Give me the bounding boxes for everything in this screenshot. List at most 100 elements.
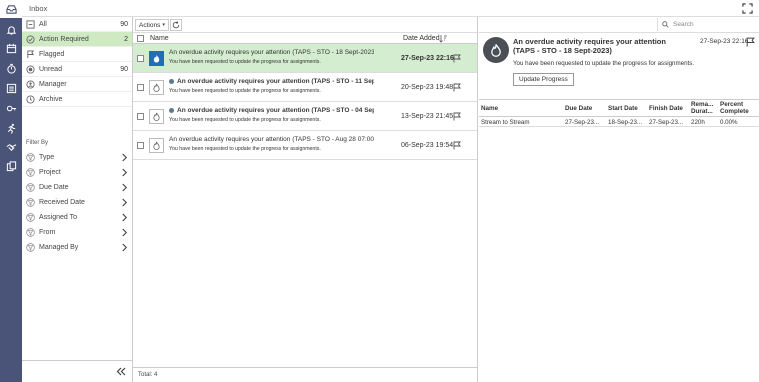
filter-label: Managed By xyxy=(39,244,79,251)
sidebar-item-action-required[interactable]: Action Required 2 xyxy=(22,32,132,47)
list-column-header: Name Date Added xyxy=(133,33,477,44)
timer-icon[interactable] xyxy=(3,60,19,76)
sidebar: All 90 Action Required 2 Flagged Unread … xyxy=(22,17,133,382)
chevron-right-icon xyxy=(122,168,128,177)
caret-down-icon: ▾ xyxy=(162,22,165,28)
chevron-right-icon xyxy=(122,213,128,222)
detail-pane: An overdue activity requires your attent… xyxy=(479,17,759,382)
sidebar-item-unread[interactable]: Unread 90 xyxy=(22,62,132,77)
refresh-icon xyxy=(172,21,180,29)
sidebar-item-count: 90 xyxy=(120,20,128,28)
column-header[interactable]: Start Date xyxy=(608,105,638,112)
message-subject: An overdue activity requires your attent… xyxy=(177,78,374,85)
sidebar-item-label: Archive xyxy=(39,95,63,103)
message-date: 13-Sep-23 21:45 xyxy=(401,113,454,120)
sidebar-item-manager[interactable]: Manager xyxy=(22,77,132,92)
column-header[interactable]: Finish Date xyxy=(649,105,683,112)
page-title: Inbox xyxy=(29,4,48,13)
list-footer: Total: 4 xyxy=(133,367,477,382)
expand-icon[interactable] xyxy=(742,3,753,14)
table-row[interactable]: Stream to Stream 27-Sep-23... 18-Sep-23.… xyxy=(479,117,759,127)
list-icon[interactable] xyxy=(3,80,19,96)
cell-remaining-duration: 220h xyxy=(691,119,705,126)
handshake-icon[interactable] xyxy=(3,139,19,155)
detail-date: 27-Sep-23 22:16 xyxy=(700,38,749,45)
actions-menu-button[interactable]: Actions ▾ xyxy=(135,19,169,31)
chevron-right-icon xyxy=(122,183,128,192)
archive-icon xyxy=(26,94,35,104)
filter-icon xyxy=(26,213,35,222)
unread-dot-icon xyxy=(169,79,174,84)
manager-icon xyxy=(26,79,35,89)
column-header[interactable]: Name xyxy=(481,105,498,112)
flag-icon xyxy=(26,49,35,59)
activity-icon xyxy=(149,109,164,124)
inbox-icon[interactable] xyxy=(0,0,22,18)
detail-title: An overdue activity requires your attent… xyxy=(513,37,666,55)
message-preview: You have been requested to update the pr… xyxy=(169,146,321,152)
message-row[interactable]: An overdue activity requires your attent… xyxy=(133,131,477,160)
row-checkbox[interactable] xyxy=(137,84,144,91)
filter-icon xyxy=(26,153,35,162)
sidebar-item-all[interactable]: All 90 xyxy=(22,17,132,32)
filter-label: From xyxy=(39,229,56,236)
list-toolbar: Actions ▾ xyxy=(133,17,477,33)
sidebar-item-label: All xyxy=(39,20,47,28)
cell-percent-complete: 0.00% xyxy=(720,119,738,126)
message-preview: You have been requested to update the pr… xyxy=(169,59,321,65)
filter-heading: Filter By xyxy=(26,140,49,146)
flag-icon[interactable] xyxy=(746,37,755,47)
sidebar-item-flagged[interactable]: Flagged xyxy=(22,47,132,62)
detail-header: An overdue activity requires your attent… xyxy=(479,33,759,95)
row-checkbox[interactable] xyxy=(137,142,144,149)
column-date-added[interactable]: Date Added xyxy=(403,35,440,42)
flag-icon[interactable] xyxy=(453,141,461,150)
filter-received-date[interactable]: Received Date xyxy=(22,195,132,210)
column-header[interactable]: Rema... Durat... xyxy=(691,101,717,115)
filter-project[interactable]: Project xyxy=(22,165,132,180)
key-icon[interactable] xyxy=(3,100,19,116)
filter-label: Project xyxy=(39,169,61,176)
filter-due-date[interactable]: Due Date xyxy=(22,180,132,195)
message-subject: An overdue activity requires your attent… xyxy=(177,107,374,114)
collapse-sidebar-icon[interactable] xyxy=(116,367,126,376)
flag-icon[interactable] xyxy=(453,112,461,121)
calendar-icon[interactable] xyxy=(3,40,19,56)
row-checkbox[interactable] xyxy=(137,113,144,120)
message-preview: You have been requested to update the pr… xyxy=(169,88,321,94)
sort-icon[interactable] xyxy=(439,34,447,43)
reports-icon[interactable] xyxy=(3,158,19,174)
flag-icon[interactable] xyxy=(453,83,461,92)
select-all-checkbox[interactable] xyxy=(137,35,144,42)
column-name[interactable]: Name xyxy=(150,35,169,42)
runner-icon[interactable] xyxy=(3,120,19,136)
message-preview: You have been requested to update the pr… xyxy=(169,117,321,123)
message-row[interactable]: An overdue activity requires your attent… xyxy=(133,44,477,73)
cell-finish-date: 27-Sep-23... xyxy=(649,119,684,126)
total-count: Total: 4 xyxy=(138,372,158,378)
bell-icon[interactable] xyxy=(3,22,19,38)
filter-from[interactable]: From xyxy=(22,225,132,240)
row-checkbox[interactable] xyxy=(137,55,144,62)
update-progress-button[interactable]: Update Progress xyxy=(513,73,574,86)
filter-managed-by[interactable]: Managed By xyxy=(22,240,132,255)
message-subject: An overdue activity requires your attent… xyxy=(169,49,374,56)
message-row[interactable]: An overdue activity requires your attent… xyxy=(133,73,477,102)
column-header[interactable]: Due Date xyxy=(565,105,592,112)
actions-label: Actions xyxy=(139,21,161,29)
chevron-right-icon xyxy=(122,198,128,207)
filter-assigned-to[interactable]: Assigned To xyxy=(22,210,132,225)
search-input[interactable] xyxy=(673,21,753,28)
activity-icon xyxy=(149,80,164,95)
action-required-icon xyxy=(26,34,35,44)
filter-icon xyxy=(26,168,35,177)
message-row[interactable]: An overdue activity requires your attent… xyxy=(133,102,477,131)
activity-icon xyxy=(149,51,164,66)
filter-icon xyxy=(26,183,35,192)
column-header[interactable]: Percent Complete xyxy=(720,101,756,115)
sidebar-item-archive[interactable]: Archive xyxy=(22,92,132,107)
sidebar-item-count: 2 xyxy=(124,35,128,43)
flag-icon[interactable] xyxy=(453,54,461,63)
filter-type[interactable]: Type xyxy=(22,150,132,165)
refresh-button[interactable] xyxy=(170,19,182,31)
